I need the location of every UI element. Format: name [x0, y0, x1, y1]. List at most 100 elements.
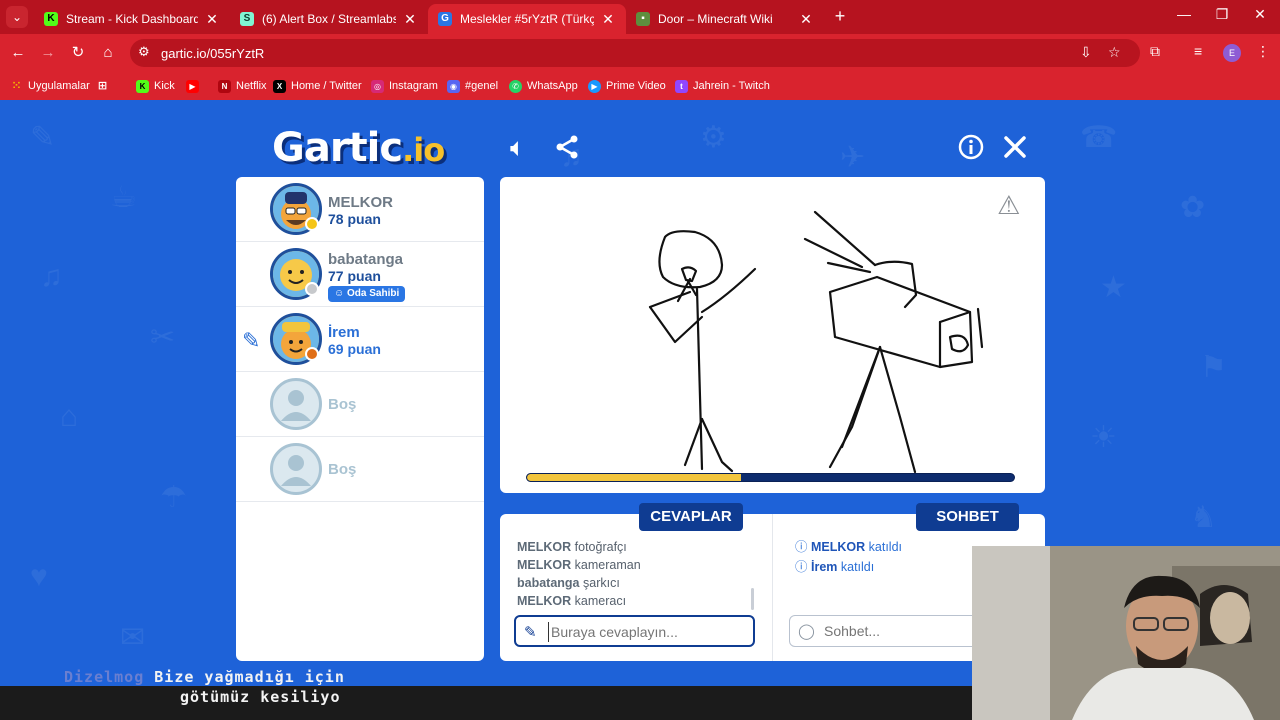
info-icon: ⓘ — [795, 540, 811, 554]
answer-field[interactable]: ✎ — [514, 615, 755, 647]
tab-minecraft-wiki[interactable]: ▪ Door – Minecraft Wiki ✕ — [626, 4, 824, 34]
bookmark-label: Home / Twitter — [291, 80, 362, 92]
reload-button[interactable]: ↻ — [68, 43, 88, 63]
drawing-strokes — [648, 210, 984, 474]
close-window-button[interactable]: ✕ — [1246, 6, 1274, 23]
bookmark-instagram[interactable]: ◎ Instagram — [371, 78, 438, 94]
caption-line-2: götümüz kesiliyo — [180, 688, 341, 706]
back-button[interactable]: ← — [8, 43, 28, 63]
bookmark-prime-video[interactable]: ▶ Prime Video — [588, 78, 666, 94]
chat-user: İrem — [810, 560, 838, 574]
player-slot-empty[interactable]: Boş — [236, 437, 484, 502]
chat-text: katıldı — [868, 540, 902, 554]
chat-user: MELKOR — [810, 540, 866, 554]
answer-text: kameracı — [574, 594, 627, 608]
close-tab-icon[interactable]: ✕ — [204, 11, 220, 28]
bookmark-label: #genel — [465, 80, 499, 92]
close-tab-icon[interactable]: ✕ — [600, 11, 616, 28]
forward-button[interactable]: → — [38, 43, 58, 63]
tab-kick-dashboard[interactable]: K Stream - Kick Dashboard ✕ — [34, 4, 230, 34]
bookmark-star-icon[interactable]: ☆ — [1108, 44, 1121, 61]
bookmark-label: Jahrein - Twitch — [693, 80, 770, 92]
close-tab-icon[interactable]: ✕ — [402, 11, 418, 28]
tab-title: Meslekler #5rYztR (Türkçe) - Ga — [460, 12, 594, 26]
close-tab-icon[interactable]: ✕ — [798, 11, 814, 28]
netflix-icon: N — [218, 79, 231, 93]
answer-text: fotoğrafçı — [574, 540, 627, 554]
bookmark-label: Instagram — [389, 80, 438, 92]
tab-gartic[interactable]: G Meslekler #5rYztR (Türkçe) - Ga ✕ — [428, 4, 626, 34]
answer-item: MELKOR kameracı — [517, 594, 626, 608]
bookmark-discord[interactable]: ◉ #genel — [447, 78, 498, 94]
x-icon: X — [273, 79, 286, 93]
home-button[interactable]: ⌂ — [98, 43, 118, 63]
bookmark-label: WhatsApp — [527, 80, 578, 92]
answer-user: babatanga — [517, 576, 580, 590]
apps-icon: ⁙ — [11, 79, 22, 92]
bookmark-youtube[interactable]: ▶ — [186, 78, 204, 94]
answer-item: MELKOR fotoğrafçı — [517, 540, 627, 554]
exit-icon[interactable] — [1002, 134, 1028, 164]
tab-title: Stream - Kick Dashboard — [66, 12, 198, 26]
bookmark-apps[interactable]: ⁙ Uygulamalar — [10, 78, 90, 94]
bookmark-netflix[interactable]: N Netflix — [218, 78, 267, 94]
bookmark-whatsapp[interactable]: ✆ WhatsApp — [509, 78, 578, 94]
chat-field[interactable]: ◯ — [789, 615, 979, 647]
pencil-icon: ✎ — [524, 624, 537, 641]
answer-input[interactable] — [548, 622, 748, 642]
menu-icon[interactable]: ⋮ — [1256, 43, 1270, 60]
tab-search-button[interactable]: ⌄ — [6, 6, 28, 28]
player-score: 77 puan — [328, 268, 381, 284]
minecraft-icon: ▪ — [636, 12, 650, 26]
site-info-icon[interactable]: ⚙ — [138, 44, 150, 60]
drawing-canvas[interactable] — [500, 177, 1045, 493]
answer-text: şarkıcı — [583, 576, 620, 590]
streamlabs-icon: S — [240, 12, 254, 26]
chat-input[interactable] — [824, 621, 964, 641]
tab-strip: ⌄ K Stream - Kick Dashboard ✕ S (6) Aler… — [0, 0, 1280, 34]
chat-text: katıldı — [840, 560, 875, 574]
tab-answers[interactable]: CEVAPLAR — [639, 503, 743, 531]
extensions-icon[interactable]: ⧉ — [1150, 43, 1160, 60]
caption-text: Bize yağmadığı için — [154, 668, 345, 686]
webcam-feed — [972, 546, 1280, 720]
discord-icon: ◉ — [447, 79, 460, 93]
info-icon: ⓘ — [795, 560, 811, 574]
tab-chat[interactable]: SOHBET — [916, 503, 1019, 531]
player-name: MELKOR — [328, 194, 393, 211]
tab-title: (6) Alert Box / Streamlabs — [262, 12, 396, 26]
install-app-icon[interactable]: ⇩ — [1080, 44, 1092, 61]
logo-text: Gartic — [272, 125, 403, 171]
profile-avatar[interactable]: E — [1223, 44, 1241, 62]
omnibox[interactable]: ⚙ gartic.io/055rYztR ⇩ ☆ — [130, 39, 1140, 67]
sound-icon[interactable]: 🔈︎ — [510, 134, 526, 160]
share-icon[interactable] — [554, 134, 580, 164]
answer-item: babatanga şarkıcı — [517, 576, 620, 590]
player-slot-empty[interactable]: Boş — [236, 372, 484, 437]
address-toolbar: ← → ↻ ⌂ ⚙ gartic.io/055rYztR ⇩ ☆ ⧉ ≡ E ⋮ — [0, 34, 1280, 72]
minimize-button[interactable]: — — [1170, 6, 1198, 22]
tab-streamlabs[interactable]: S (6) Alert Box / Streamlabs ✕ — [230, 4, 428, 34]
player-row: babatanga 77 puan ☺ Oda Sahibi — [236, 242, 484, 307]
crown-icon: ☺ — [334, 288, 347, 299]
youtube-icon: ▶ — [186, 79, 199, 93]
media-controls-icon[interactable]: ≡ — [1194, 43, 1202, 59]
avatar-placeholder — [270, 443, 322, 495]
caption-strip — [0, 686, 972, 720]
answers-scrollbar[interactable] — [751, 588, 754, 610]
grid-icon: ⊞ — [97, 79, 108, 92]
bookmark-twitch[interactable]: t Jahrein - Twitch — [675, 78, 770, 94]
bookmark-kick[interactable]: K Kick — [136, 78, 175, 94]
maximize-button[interactable]: ❐ — [1208, 6, 1236, 23]
chat-message: ⓘ MELKOR katıldı — [795, 536, 902, 555]
player-row: MELKOR 78 puan — [236, 177, 484, 242]
info-icon[interactable] — [958, 134, 984, 164]
answer-item: MELKOR kameraman — [517, 558, 641, 572]
report-drawing-icon[interactable]: ⚠ — [997, 190, 1020, 221]
new-tab-button[interactable]: + — [830, 6, 850, 27]
answer-user: MELKOR — [517, 594, 572, 608]
drawing-pencil-icon: ✎ — [242, 328, 261, 353]
avatar-placeholder — [270, 378, 322, 430]
bookmark-grid[interactable]: ⊞ — [96, 78, 114, 94]
bookmark-twitter[interactable]: X Home / Twitter — [273, 78, 362, 94]
